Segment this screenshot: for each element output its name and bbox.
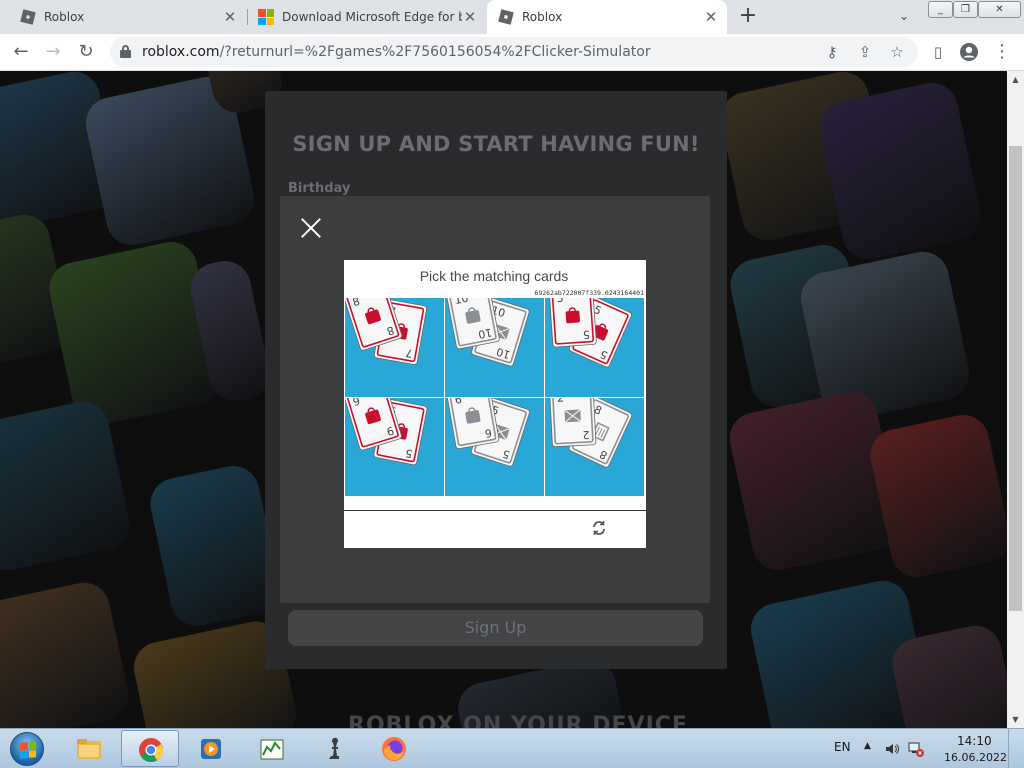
captcha-tile[interactable]: 5566: [445, 397, 544, 496]
page-viewport: SIGN UP AND START HAVING FUN! Birthday S…: [0, 71, 1007, 728]
signup-title: SIGN UP AND START HAVING FUN!: [292, 132, 700, 156]
card-number: 6: [454, 398, 463, 407]
task-manager-icon: [260, 739, 284, 760]
roblox-icon: [20, 9, 36, 25]
playing-card: 22: [549, 397, 597, 447]
windows-logo-icon: [10, 732, 44, 766]
scrollbar-thumb[interactable]: [1009, 146, 1022, 611]
share-icon[interactable]: ⇪: [855, 42, 875, 62]
captcha-tile[interactable]: 5599: [345, 397, 444, 496]
taskbar-chess[interactable]: [304, 730, 362, 767]
folder-icon: [77, 739, 101, 759]
vertical-scrollbar[interactable]: ▲ ▼: [1007, 71, 1024, 728]
card-number: 5: [582, 328, 590, 341]
tab-search-chevron-icon[interactable]: ⌄: [895, 9, 913, 25]
taskbar-firefox[interactable]: [365, 730, 423, 767]
tab-roblox-1[interactable]: Roblox ✕: [0, 0, 246, 34]
chrome-icon: [139, 738, 163, 763]
roblox-icon: [498, 9, 514, 25]
captcha-image-grid: 7788101010105555559955668822: [345, 298, 644, 496]
scroll-up-arrow-icon[interactable]: ▲: [1007, 71, 1024, 88]
url-path: /?returnurl=%2Fgames%2F7560156054%2FClic…: [219, 44, 651, 60]
window-close-button[interactable]: ✕: [978, 1, 1021, 18]
bottom-section-heading: ROBLOX ON YOUR DEVICE: [348, 713, 688, 728]
tab-microsoft-edge[interactable]: Download Microsoft Edge for bu ✕: [248, 0, 486, 34]
profile-avatar-icon[interactable]: [959, 42, 979, 62]
playing-card: 66: [446, 397, 500, 449]
windows-taskbar: EN ▲ 14:10 16.06.2022: [0, 728, 1024, 768]
reload-icon[interactable]: ↻: [76, 42, 96, 62]
browser-toolbar: ← → ↻ roblox.com/?returnurl=%2Fgames%2F7…: [0, 34, 1024, 71]
taskbar-media-player[interactable]: [182, 730, 240, 767]
maximize-button[interactable]: ❐: [953, 1, 978, 18]
speaker-icon[interactable]: [884, 741, 900, 757]
captcha-tile[interactable]: 7788: [345, 298, 444, 397]
card-number: 2: [557, 398, 565, 405]
url-text[interactable]: roblox.com/?returnurl=%2Fgames%2F7560156…: [142, 44, 651, 60]
close-icon[interactable]: [300, 217, 322, 239]
birthday-label: Birthday: [288, 181, 351, 196]
captcha-tile[interactable]: 10 10 10 10: [445, 298, 544, 397]
new-tab-button[interactable]: +: [737, 5, 759, 28]
taskbar-task-manager[interactable]: [243, 730, 301, 767]
captcha-tile[interactable]: 8822: [545, 397, 644, 496]
taskbar-file-explorer[interactable]: [60, 730, 118, 767]
captcha-hash: 69262ab722007f339.0243164401: [534, 289, 644, 297]
taskbar-google-chrome[interactable]: [121, 730, 179, 767]
captcha-prompt: Pick the matching cards: [419, 268, 569, 284]
browser-tab-strip: Roblox ✕ Download Microsoft Edge for bu …: [0, 0, 1024, 34]
clock-date[interactable]: 16.06.2022: [944, 751, 1007, 764]
card-number: 10: [477, 326, 493, 341]
address-bar[interactable]: roblox.com/?returnurl=%2Fgames%2F7560156…: [110, 37, 918, 67]
side-panel-icon[interactable]: ▯: [928, 42, 948, 62]
microsoft-logo-icon: [258, 9, 274, 25]
chess-piece-icon: [329, 737, 339, 759]
tab-title: Roblox: [522, 10, 563, 24]
tab-close-icon[interactable]: ✕: [222, 9, 238, 25]
clock-time[interactable]: 14:10: [957, 734, 992, 748]
back-arrow-icon[interactable]: ←: [11, 42, 31, 62]
tab-title: Download Microsoft Edge for bu: [282, 10, 462, 24]
tab-title: Roblox: [44, 10, 85, 24]
tab-close-icon[interactable]: ✕: [703, 9, 719, 25]
show-desktop-button[interactable]: [1008, 729, 1024, 768]
playing-card: 55: [548, 298, 597, 348]
captcha-modal: Pick the matching cards 69262ab722007f33…: [280, 196, 710, 603]
keyboard-language[interactable]: EN: [834, 740, 851, 754]
minimize-button[interactable]: _: [928, 1, 953, 18]
refresh-icon[interactable]: [591, 520, 607, 536]
lock-icon[interactable]: [120, 45, 131, 58]
bookmark-star-icon[interactable]: ☆: [887, 42, 907, 62]
captcha-challenge: Pick the matching cards 69262ab722007f33…: [344, 260, 646, 548]
key-icon[interactable]: ⚷: [822, 42, 842, 62]
captcha-tile[interactable]: 5555: [545, 298, 644, 397]
sign-up-button[interactable]: Sign Up: [288, 610, 703, 646]
forward-arrow-icon[interactable]: →: [43, 42, 63, 62]
firefox-icon: [382, 737, 406, 761]
divider: [344, 510, 646, 511]
menu-kebab-icon[interactable]: ⋮: [992, 42, 1012, 62]
card-number: 5: [556, 298, 564, 305]
scroll-down-arrow-icon[interactable]: ▼: [1007, 711, 1024, 728]
tab-roblox-active[interactable]: Roblox ✕: [487, 0, 727, 34]
network-icon[interactable]: [908, 741, 924, 757]
media-player-icon: [201, 739, 221, 759]
playing-card: 1010: [445, 298, 500, 350]
tab-close-icon[interactable]: ✕: [462, 9, 478, 25]
show-hidden-icons-arrow-icon[interactable]: ▲: [864, 741, 871, 751]
url-host: roblox.com: [142, 44, 220, 60]
start-button[interactable]: [2, 730, 50, 768]
card-number: 2: [582, 427, 590, 440]
